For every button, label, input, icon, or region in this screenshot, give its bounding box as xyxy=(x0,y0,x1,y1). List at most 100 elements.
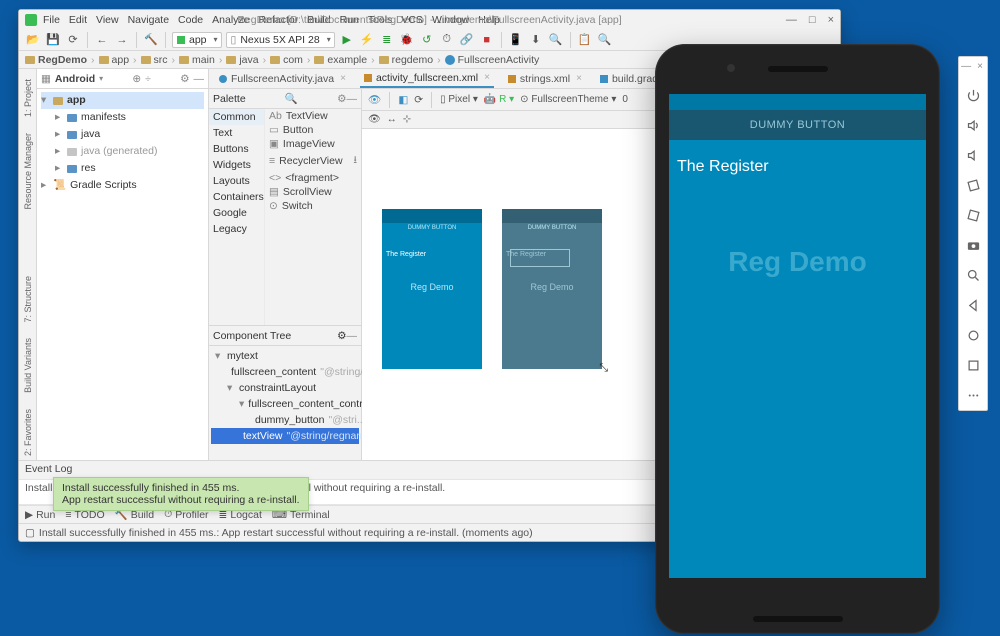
layout-inspector-icon[interactable]: 🔍 xyxy=(548,32,564,48)
coverage-icon[interactable]: ↺ xyxy=(419,32,435,48)
menu-vcs[interactable]: VCS xyxy=(401,14,423,26)
component-tree-row[interactable]: ▾fullscreen_content_controls xyxy=(211,396,359,412)
breadcrumb-item[interactable]: FullscreenActivity xyxy=(445,54,540,66)
palette-cat[interactable]: Buttons xyxy=(209,141,264,157)
volume-up-icon[interactable] xyxy=(962,114,984,136)
window-minimize-button[interactable]: — xyxy=(786,14,797,26)
dummy-button[interactable]: DUMMY BUTTON xyxy=(669,110,926,140)
breadcrumb-item[interactable]: example xyxy=(314,54,367,66)
palette-item[interactable]: ▭Button xyxy=(265,123,361,137)
tree-node-gradle[interactable]: ▸📜Gradle Scripts xyxy=(41,177,204,194)
open-icon[interactable]: 📂 xyxy=(25,32,41,48)
component-tree-row[interactable]: dummy_button "@stri... xyxy=(211,412,359,428)
palette-item[interactable]: ⊙Switch xyxy=(265,199,361,213)
sdk-manager-icon[interactable]: ⬇ xyxy=(528,32,544,48)
forward-icon[interactable]: → xyxy=(114,32,130,48)
rotate-left-icon[interactable] xyxy=(962,174,984,196)
component-tree-row[interactable]: textView "@string/regname" xyxy=(211,428,359,444)
back-nav-icon[interactable] xyxy=(962,294,984,316)
search-icon[interactable]: 🔍 xyxy=(285,92,298,105)
project-structure-icon[interactable]: 📋 xyxy=(577,32,593,48)
menu-code[interactable]: Code xyxy=(178,14,203,26)
back-icon[interactable]: ← xyxy=(94,32,110,48)
api-dropdown[interactable]: 🤖 R ▾ xyxy=(484,94,514,105)
rotate-right-icon[interactable] xyxy=(962,204,984,226)
palette-item[interactable]: AbTextView xyxy=(265,109,361,123)
run-config-dropdown[interactable]: app xyxy=(172,32,222,48)
more-icon[interactable] xyxy=(962,384,984,406)
menu-view[interactable]: View xyxy=(96,14,119,26)
menu-refactor[interactable]: Refactor xyxy=(259,14,299,26)
select-tool-icon[interactable]: 👁 xyxy=(368,114,381,125)
gutter-tab-build-variants[interactable]: Build Variants xyxy=(23,334,33,397)
sync-icon[interactable]: ⟳ xyxy=(65,32,81,48)
tab-run[interactable]: ▶ Run xyxy=(25,508,55,521)
menu-window[interactable]: Window xyxy=(432,14,469,26)
close-icon[interactable]: × xyxy=(340,73,346,84)
download-icon[interactable]: ⭳ xyxy=(353,152,357,170)
gear-icon[interactable]: ⚙ xyxy=(180,73,189,85)
target-icon[interactable]: ⊕ xyxy=(132,73,141,85)
device-dropdown[interactable]: ▯ Pixel ▾ xyxy=(440,94,478,105)
close-icon[interactable]: × xyxy=(576,73,582,84)
debug-icon[interactable]: 🐞 xyxy=(399,32,415,48)
palette-cat[interactable]: Widgets xyxy=(209,157,264,173)
breadcrumb-item[interactable]: RegDemo xyxy=(25,54,87,66)
editor-tab[interactable]: FullscreenActivity.java× xyxy=(215,71,350,87)
palette-cat[interactable]: Text xyxy=(209,125,264,141)
menu-help[interactable]: Help xyxy=(478,14,500,26)
breadcrumb-item[interactable]: java xyxy=(226,54,258,66)
theme-dropdown[interactable]: ⊙ FullscreenTheme ▾ xyxy=(520,94,616,105)
home-nav-icon[interactable] xyxy=(962,324,984,346)
design-preview[interactable]: DUMMY BUTTON The Register Reg Demo xyxy=(382,209,482,369)
blueprint-preview[interactable]: DUMMY BUTTON The Register Reg Demo ⤡ xyxy=(502,209,602,369)
eye-icon[interactable]: 👁 xyxy=(368,93,381,106)
tree-node[interactable]: ▸res xyxy=(41,160,204,177)
menu-edit[interactable]: Edit xyxy=(69,14,87,26)
device-dropdown[interactable]: ▯Nexus 5X API 28 xyxy=(226,32,335,48)
avd-manager-icon[interactable]: 📱 xyxy=(508,32,524,48)
tree-node-app[interactable]: ▾app xyxy=(41,92,204,109)
design-surface-icon[interactable]: ◧ xyxy=(398,94,408,106)
emulator-screen[interactable]: DUMMY BUTTON The Register Reg Demo xyxy=(669,94,926,578)
breadcrumb-item[interactable]: com xyxy=(270,54,303,66)
component-tree-row[interactable]: ▾mytext xyxy=(211,348,359,364)
menu-navigate[interactable]: Navigate xyxy=(128,14,169,26)
zoom-icon[interactable] xyxy=(962,264,984,286)
editor-tab[interactable]: activity_fullscreen.xml× xyxy=(360,70,494,88)
volume-down-icon[interactable] xyxy=(962,144,984,166)
component-tree-row[interactable]: fullscreen_content "@string/r... xyxy=(211,364,359,380)
emulator-minimize-button[interactable]: — xyxy=(961,61,971,72)
palette-item[interactable]: ▣ImageView xyxy=(265,137,361,151)
gear-icon[interactable]: ⚙ xyxy=(337,93,346,105)
menu-analyze[interactable]: Analyze xyxy=(212,14,249,26)
palette-item[interactable]: <><fragment> xyxy=(265,171,361,185)
apply-changes-icon[interactable]: ⚡ xyxy=(359,32,375,48)
attach-debugger-icon[interactable]: 🔗 xyxy=(459,32,475,48)
palette-item[interactable]: ▤ScrollView xyxy=(265,185,361,199)
emulator-close-button[interactable]: × xyxy=(977,61,983,72)
screenshot-icon[interactable] xyxy=(962,234,984,256)
gutter-tab-structure[interactable]: 7: Structure xyxy=(23,272,33,327)
run-icon[interactable]: ▶ xyxy=(339,32,355,48)
gutter-tab-project[interactable]: 1: Project xyxy=(23,75,33,121)
close-icon[interactable]: × xyxy=(484,72,490,83)
menu-tools[interactable]: Tools xyxy=(368,14,393,26)
tree-node[interactable]: ▸manifests xyxy=(41,109,204,126)
gutter-tab-favorites[interactable]: 2: Favorites xyxy=(23,405,33,460)
profiler-icon[interactable]: ⏱ xyxy=(439,32,455,48)
resize-handle-icon[interactable]: ⤡ xyxy=(599,362,608,375)
window-maximize-button[interactable]: □ xyxy=(809,14,816,26)
palette-cat[interactable]: Layouts xyxy=(209,173,264,189)
breadcrumb-item[interactable]: app xyxy=(99,54,130,66)
breadcrumb-item[interactable]: src xyxy=(141,54,168,66)
save-icon[interactable]: 💾 xyxy=(45,32,61,48)
menu-run[interactable]: Run xyxy=(340,14,359,26)
gear-icon[interactable]: ⚙ xyxy=(337,330,346,342)
locale-dropdown[interactable]: 0 xyxy=(622,94,628,105)
palette-item[interactable]: ≡RecyclerView⭳ xyxy=(265,151,361,171)
constraint-tool-icon[interactable]: ⊹ xyxy=(403,114,411,125)
selection-rect[interactable] xyxy=(510,249,570,267)
palette-cat[interactable]: Google xyxy=(209,205,264,221)
menu-build[interactable]: Build xyxy=(307,14,330,26)
